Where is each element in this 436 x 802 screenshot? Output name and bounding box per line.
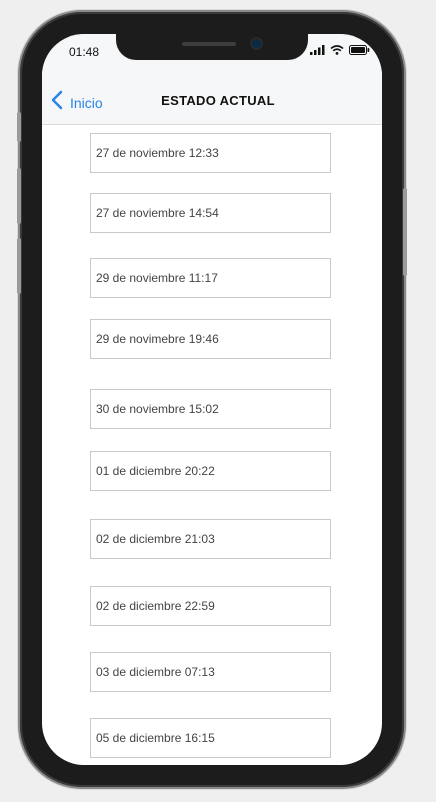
status-time: 01:48 bbox=[69, 45, 100, 59]
list-item[interactable]: 27 de noviembre 12:33 bbox=[90, 133, 331, 173]
volume-down-button bbox=[17, 238, 21, 294]
speaker-grille bbox=[182, 42, 236, 46]
list-item[interactable]: 30 de noviembre 15:02 bbox=[90, 389, 331, 429]
signal-icon bbox=[310, 42, 325, 60]
phone-frame: 01:48 Inicio ESTADO ACTUAL 27 de noviemb… bbox=[17, 12, 407, 787]
navigation-bar: Inicio ESTADO ACTUAL bbox=[42, 78, 382, 125]
mute-switch bbox=[17, 112, 21, 142]
status-icons bbox=[310, 45, 370, 56]
list-item[interactable]: 05 de diciembre 16:15 bbox=[90, 718, 331, 758]
list-item[interactable]: 27 de noviembre 14:54 bbox=[90, 193, 331, 233]
battery-icon bbox=[349, 42, 370, 60]
list-item[interactable]: 01 de diciembre 20:22 bbox=[90, 451, 331, 491]
list-item[interactable]: 02 de diciembre 21:03 bbox=[90, 519, 331, 559]
list-item[interactable]: 29 de novimebre 19:46 bbox=[90, 319, 331, 359]
power-button bbox=[403, 188, 407, 276]
page-title: ESTADO ACTUAL bbox=[161, 93, 275, 108]
volume-up-button bbox=[17, 168, 21, 224]
list-item[interactable]: 02 de diciembre 22:59 bbox=[90, 586, 331, 626]
status-bar: 01:48 bbox=[42, 34, 382, 78]
screen: 01:48 Inicio ESTADO ACTUAL 27 de noviemb… bbox=[42, 34, 382, 765]
list-item[interactable]: 29 de noviembre 11:17 bbox=[90, 258, 331, 298]
notch bbox=[116, 34, 308, 60]
wifi-icon bbox=[330, 42, 344, 60]
list-item[interactable]: 03 de diciembre 07:13 bbox=[90, 652, 331, 692]
front-camera bbox=[252, 39, 261, 48]
